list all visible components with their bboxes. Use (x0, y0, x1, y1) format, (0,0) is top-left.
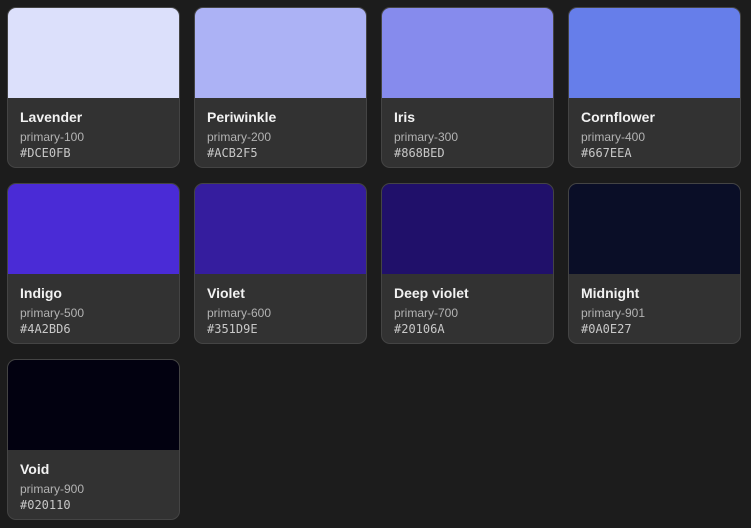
swatch-token: primary-400 (581, 130, 646, 144)
swatch-meta: Indigo primary-500 #4A2BD6 (8, 274, 179, 338)
swatch-hex: #20106A (394, 322, 445, 336)
swatch-name: Midnight (581, 285, 640, 301)
swatch-card-iris[interactable]: Iris primary-300 #868BED (381, 7, 554, 168)
swatch-hex: #868BED (394, 146, 445, 160)
color-swatch (8, 184, 179, 274)
swatch-meta: Void primary-900 #020110 (8, 450, 179, 514)
swatch-name: Deep violet (394, 285, 469, 301)
swatch-card-periwinkle[interactable]: Periwinkle primary-200 #ACB2F5 (194, 7, 367, 168)
swatch-name: Indigo (20, 285, 62, 301)
color-swatch (569, 8, 740, 98)
swatch-name: Cornflower (581, 109, 655, 125)
swatch-hex: #351D9E (207, 322, 258, 336)
swatch-token: primary-600 (207, 306, 272, 320)
swatch-card-void[interactable]: Void primary-900 #020110 (7, 359, 180, 520)
swatch-meta: Cornflower primary-400 #667EEA (569, 98, 740, 162)
swatch-card-midnight[interactable]: Midnight primary-901 #0A0E27 (568, 183, 741, 344)
swatch-meta: Deep violet primary-700 #20106A (382, 274, 553, 338)
swatch-hex: #667EEA (581, 146, 632, 160)
swatch-meta: Periwinkle primary-200 #ACB2F5 (195, 98, 366, 162)
swatch-meta: Midnight primary-901 #0A0E27 (569, 274, 740, 338)
swatch-card-deep-violet[interactable]: Deep violet primary-700 #20106A (381, 183, 554, 344)
color-swatch (195, 184, 366, 274)
swatch-name: Violet (207, 285, 245, 301)
color-swatch-grid: Lavender primary-100 #DCE0FB Periwinkle … (0, 0, 751, 528)
swatch-token: primary-100 (20, 130, 85, 144)
swatch-name: Lavender (20, 109, 83, 125)
swatch-card-violet[interactable]: Violet primary-600 #351D9E (194, 183, 367, 344)
swatch-name: Periwinkle (207, 109, 277, 125)
swatch-card-lavender[interactable]: Lavender primary-100 #DCE0FB (7, 7, 180, 168)
swatch-token: primary-300 (394, 130, 459, 144)
swatch-hex: #4A2BD6 (20, 322, 71, 336)
swatch-meta: Iris primary-300 #868BED (382, 98, 553, 162)
swatch-hex: #ACB2F5 (207, 146, 258, 160)
color-swatch (195, 8, 366, 98)
swatch-name: Void (20, 461, 50, 477)
swatch-token: primary-700 (394, 306, 459, 320)
swatch-token: primary-900 (20, 482, 85, 496)
swatch-token: primary-200 (207, 130, 272, 144)
color-swatch (569, 184, 740, 274)
swatch-token: primary-500 (20, 306, 85, 320)
swatch-token: primary-901 (581, 306, 646, 320)
swatch-card-cornflower[interactable]: Cornflower primary-400 #667EEA (568, 7, 741, 168)
swatch-meta: Violet primary-600 #351D9E (195, 274, 366, 338)
color-swatch (382, 184, 553, 274)
color-swatch (382, 8, 553, 98)
swatch-hex: #0A0E27 (581, 322, 632, 336)
color-swatch (8, 360, 179, 450)
swatch-card-indigo[interactable]: Indigo primary-500 #4A2BD6 (7, 183, 180, 344)
swatch-hex: #020110 (20, 498, 71, 512)
swatch-hex: #DCE0FB (20, 146, 71, 160)
swatch-meta: Lavender primary-100 #DCE0FB (8, 98, 179, 162)
color-swatch (8, 8, 179, 98)
swatch-name: Iris (394, 109, 416, 125)
